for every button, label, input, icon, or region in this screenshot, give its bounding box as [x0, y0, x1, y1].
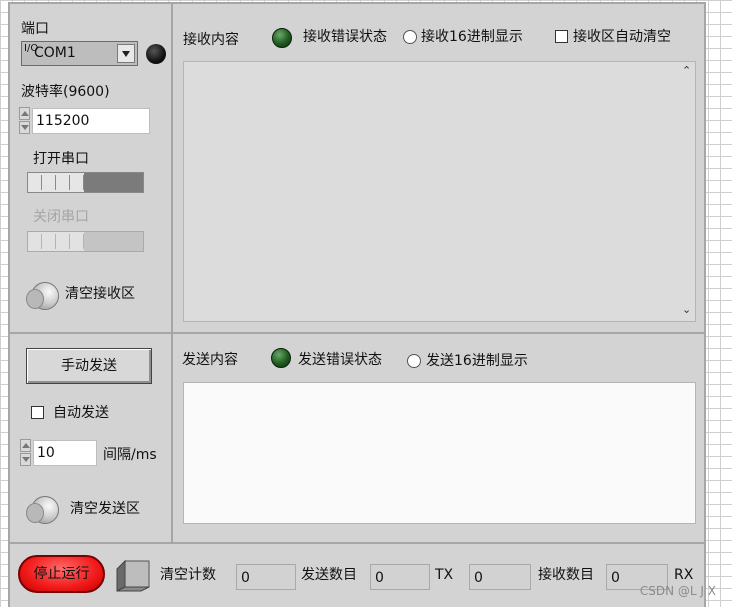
chevron-down-icon[interactable]: [117, 44, 135, 63]
open-port-switch[interactable]: [27, 172, 144, 193]
open-port-label: 打开串口: [33, 151, 89, 167]
port-status-led: [146, 44, 166, 64]
send-title: 发送内容: [182, 352, 238, 368]
baud-input[interactable]: 115200: [32, 108, 150, 134]
receive-hex-radio[interactable]: [403, 30, 417, 44]
recv-count-label: 接收数目: [538, 567, 594, 583]
scroll-down-icon[interactable]: ⌄: [682, 304, 692, 315]
interval-input[interactable]: 10: [33, 440, 97, 466]
clear-count-button[interactable]: [115, 557, 153, 593]
clear-tx-button[interactable]: [26, 496, 59, 524]
increment-icon[interactable]: [19, 107, 30, 120]
receive-scrollbar[interactable]: ⌃ ⌄: [679, 62, 695, 321]
watermark-text: CSDN @L J X: [639, 584, 716, 598]
interval-label: 间隔/ms: [103, 447, 157, 463]
baud-numeric: 115200: [19, 107, 153, 135]
send-error-label: 发送错误状态: [298, 352, 382, 368]
tx-indicator: 0: [469, 564, 531, 590]
clear-tx-label: 清空发送区: [70, 501, 140, 517]
baud-label: 波特率(9600): [21, 84, 110, 100]
io-icon: I/O: [24, 43, 39, 54]
stop-run-button[interactable]: 停止运行: [18, 555, 105, 593]
interval-stepper[interactable]: [20, 439, 31, 467]
clear-count-label: 清空计数: [160, 567, 216, 583]
send-error-led: [271, 348, 291, 368]
manual-send-button[interactable]: 手动发送: [26, 348, 152, 384]
receive-title: 接收内容: [183, 32, 239, 48]
clear-count-indicator: 0: [236, 564, 296, 590]
clear-rx-button[interactable]: [26, 282, 59, 310]
port-select[interactable]: I/O COM1: [21, 41, 138, 66]
bottom-status-panel: [8, 542, 706, 607]
receive-error-led: [272, 28, 292, 48]
close-port-label: 关闭串口: [33, 209, 89, 225]
manual-send-label: 手动发送: [61, 358, 117, 374]
clear-rx-label: 清空接收区: [65, 286, 135, 302]
receive-textarea[interactable]: ⌃ ⌄: [183, 61, 696, 322]
send-content: [184, 383, 695, 391]
send-textarea[interactable]: [183, 382, 696, 524]
port-label: 端口: [21, 21, 49, 37]
tx-label: TX: [435, 567, 454, 583]
port-value: COM1: [34, 45, 76, 61]
decrement-icon[interactable]: [20, 453, 31, 466]
rx-label: RX: [674, 567, 694, 583]
auto-send-checkbox[interactable]: [31, 406, 44, 419]
receive-autoclear-checkbox[interactable]: [555, 30, 568, 43]
receive-autoclear-label: 接收区自动清空: [573, 29, 671, 45]
send-count-label: 发送数目: [301, 567, 357, 583]
send-hex-label: 发送16进制显示: [426, 353, 528, 369]
auto-send-label: 自动发送: [53, 405, 109, 421]
receive-error-label: 接收错误状态: [303, 29, 387, 45]
scroll-up-icon[interactable]: ⌃: [682, 65, 692, 76]
close-port-switch[interactable]: [27, 231, 144, 252]
send-count-indicator: 0: [370, 564, 430, 590]
interval-numeric: 10: [20, 439, 100, 467]
receive-content: [184, 62, 695, 70]
send-hex-radio[interactable]: [407, 354, 421, 368]
baud-stepper[interactable]: [19, 107, 30, 135]
decrement-icon[interactable]: [19, 121, 30, 134]
stop-run-label: 停止运行: [33, 566, 90, 582]
receive-hex-label: 接收16进制显示: [421, 29, 523, 45]
increment-icon[interactable]: [20, 439, 31, 452]
